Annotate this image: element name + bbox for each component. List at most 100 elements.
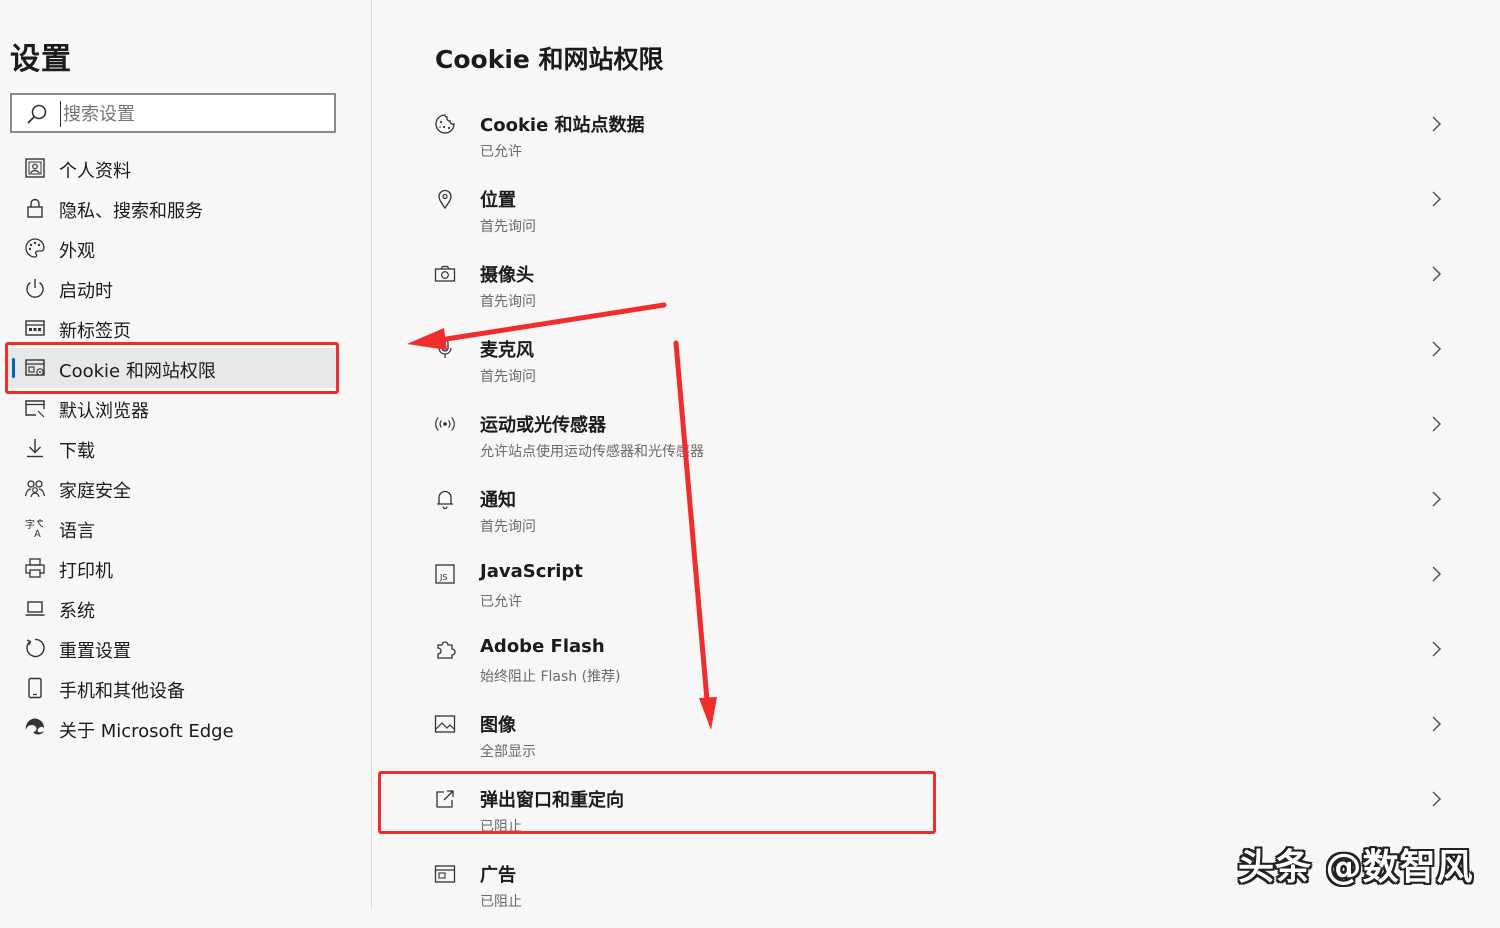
sidebar-item-reset[interactable]: 重置设置 bbox=[0, 628, 371, 668]
cookie-icon bbox=[435, 114, 455, 134]
sidebar-item-label: 个人资料 bbox=[59, 161, 131, 182]
sidebar-item-new-tab[interactable]: 新标签页 bbox=[0, 308, 371, 348]
setting-status: 已阻止 bbox=[480, 819, 522, 835]
reset-icon bbox=[26, 638, 45, 658]
setting-title: 运动或光传感器 bbox=[480, 415, 606, 436]
default-browser-icon bbox=[25, 400, 45, 418]
sidebar-item-label: 外观 bbox=[59, 241, 95, 262]
sidebar-item-languages[interactable]: 字A 语言 bbox=[0, 508, 371, 548]
lock-icon bbox=[27, 198, 43, 218]
setting-title: 位置 bbox=[480, 190, 516, 211]
puzzle-icon bbox=[437, 641, 456, 659]
setting-title: 摄像头 bbox=[480, 265, 534, 286]
sidebar-item-default-browser[interactable]: 默认浏览器 bbox=[0, 388, 371, 428]
setting-title: 通知 bbox=[480, 490, 516, 511]
chevron-right-icon bbox=[1432, 266, 1442, 282]
setting-title: JavaScript bbox=[480, 561, 583, 582]
setting-status: 允许站点使用运动传感器和光传感器 bbox=[480, 444, 704, 460]
setting-status: 首先询问 bbox=[480, 519, 536, 535]
download-icon bbox=[27, 439, 43, 458]
sidebar-item-label: 手机和其他设备 bbox=[59, 681, 185, 702]
setting-row-camera[interactable]: 摄像头 首先询问 bbox=[372, 253, 1500, 328]
settings-sidebar: 设置 个人资料 隐私、搜索和服务 外观 启动时 新标签页 bbox=[0, 0, 372, 910]
setting-status: 始终阻止 Flash (推荐) bbox=[480, 669, 621, 685]
chevron-right-icon bbox=[1432, 716, 1442, 732]
setting-title: 图像 bbox=[480, 715, 516, 736]
setting-row-microphone[interactable]: 麦克风 首先询问 bbox=[372, 328, 1500, 403]
settings-title: 设置 bbox=[10, 42, 72, 77]
bell-icon bbox=[437, 490, 453, 510]
chevron-right-icon bbox=[1432, 641, 1442, 657]
sidebar-item-appearance[interactable]: 外观 bbox=[0, 228, 371, 268]
setting-title: Cookie 和站点数据 bbox=[480, 115, 645, 136]
page-title: Cookie 和网站权限 bbox=[435, 45, 664, 74]
palette-icon bbox=[25, 238, 45, 258]
setting-status: 已阻止 bbox=[480, 894, 522, 910]
language-icon: 字A bbox=[25, 518, 44, 539]
sidebar-item-cookies-permissions[interactable]: Cookie 和网站权限 bbox=[8, 348, 336, 388]
sidebar-item-label: 启动时 bbox=[59, 281, 113, 302]
sidebar-item-label: 重置设置 bbox=[59, 641, 131, 662]
setting-title: 弹出窗口和重定向 bbox=[480, 790, 624, 811]
site-permissions-icon bbox=[25, 359, 45, 376]
system-icon bbox=[25, 601, 45, 616]
sidebar-item-label: 默认浏览器 bbox=[59, 401, 149, 422]
setting-status: 首先询问 bbox=[480, 294, 536, 310]
setting-row-javascript[interactable]: JS JavaScript 已允许 bbox=[372, 553, 1500, 628]
microphone-icon bbox=[438, 339, 452, 358]
setting-title: 麦克风 bbox=[480, 340, 534, 361]
sidebar-item-privacy[interactable]: 隐私、搜索和服务 bbox=[0, 188, 371, 228]
chevron-right-icon bbox=[1432, 491, 1442, 507]
search-input[interactable] bbox=[60, 101, 325, 127]
chevron-right-icon bbox=[1432, 791, 1442, 807]
sidebar-item-family-safety[interactable]: 家庭安全 bbox=[0, 468, 371, 508]
search-box[interactable] bbox=[10, 93, 336, 133]
chevron-right-icon bbox=[1432, 416, 1442, 432]
new-tab-icon bbox=[25, 320, 45, 336]
printer-icon bbox=[25, 558, 45, 578]
sidebar-item-about-edge[interactable]: 关于 Microsoft Edge bbox=[0, 708, 371, 748]
family-icon bbox=[24, 480, 46, 498]
chevron-right-icon bbox=[1432, 116, 1442, 132]
sidebar-item-phone-devices[interactable]: 手机和其他设备 bbox=[0, 668, 371, 708]
sidebar-item-label: 语言 bbox=[59, 521, 95, 542]
setting-row-location[interactable]: 位置 首先询问 bbox=[372, 178, 1500, 253]
setting-row-motion-sensors[interactable]: 运动或光传感器 允许站点使用运动传感器和光传感器 bbox=[372, 403, 1500, 478]
sidebar-item-label: 新标签页 bbox=[59, 321, 131, 342]
svg-text:A: A bbox=[34, 529, 41, 539]
setting-title: 广告 bbox=[480, 865, 516, 886]
javascript-icon: JS bbox=[435, 564, 455, 584]
profile-icon bbox=[25, 158, 45, 178]
sidebar-item-profile[interactable]: 个人资料 bbox=[0, 148, 371, 188]
setting-title: Adobe Flash bbox=[480, 636, 605, 657]
sidebar-item-label: 关于 Microsoft Edge bbox=[59, 721, 234, 742]
sidebar-item-system[interactable]: 系统 bbox=[0, 588, 371, 628]
main-content: Cookie 和网站权限 Cookie 和站点数据 已允许 位置 首先询问 摄像… bbox=[372, 0, 1500, 910]
setting-status: 首先询问 bbox=[480, 219, 536, 235]
phone-icon bbox=[28, 677, 42, 699]
sidebar-item-label: 打印机 bbox=[59, 561, 113, 582]
svg-text:JS: JS bbox=[439, 573, 447, 582]
sidebar-item-label: 系统 bbox=[59, 601, 95, 622]
setting-row-cookies[interactable]: Cookie 和站点数据 已允许 bbox=[372, 103, 1500, 178]
setting-row-notifications[interactable]: 通知 首先询问 bbox=[372, 478, 1500, 553]
sidebar-item-printers[interactable]: 打印机 bbox=[0, 548, 371, 588]
watermark-text: 头条 @数智风 bbox=[1238, 847, 1474, 888]
setting-row-images[interactable]: 图像 全部显示 bbox=[372, 703, 1500, 778]
chevron-right-icon bbox=[1432, 341, 1442, 357]
sidebar-item-startup[interactable]: 启动时 bbox=[0, 268, 371, 308]
edge-logo-icon bbox=[25, 718, 45, 735]
power-icon bbox=[26, 279, 44, 298]
chevron-right-icon bbox=[1432, 566, 1442, 582]
setting-status: 首先询问 bbox=[480, 369, 536, 385]
chevron-right-icon bbox=[1432, 191, 1442, 207]
sidebar-item-label: 家庭安全 bbox=[59, 481, 131, 502]
sidebar-item-label: 隐私、搜索和服务 bbox=[59, 201, 203, 222]
sidebar-item-downloads[interactable]: 下载 bbox=[0, 428, 371, 468]
sidebar-item-label: Cookie 和网站权限 bbox=[59, 361, 216, 382]
setting-row-adobe-flash[interactable]: Adobe Flash 始终阻止 Flash (推荐) bbox=[372, 628, 1500, 703]
sensor-icon bbox=[435, 417, 455, 431]
camera-icon bbox=[434, 265, 456, 282]
location-icon bbox=[438, 189, 452, 210]
setting-status: 已允许 bbox=[480, 594, 522, 610]
